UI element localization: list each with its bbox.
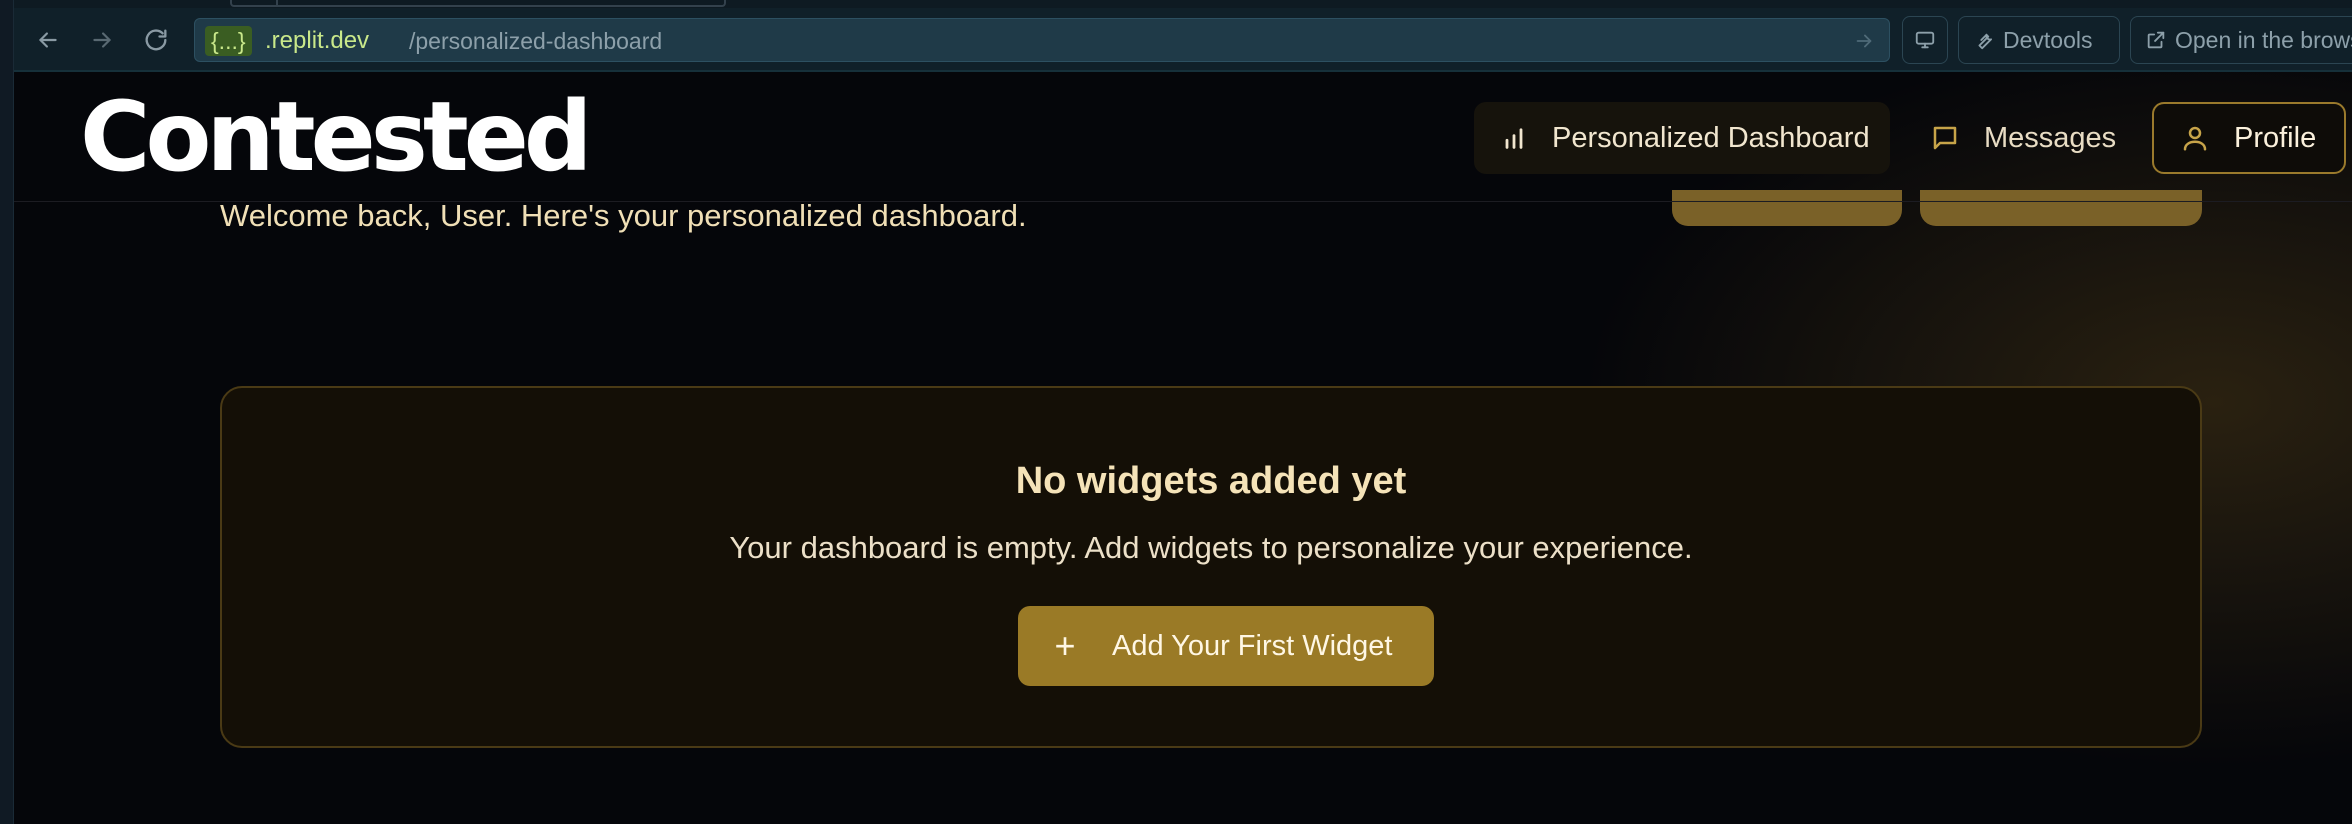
browser-toolbar: {...} .replit.dev /personalized-dashboar… [14, 8, 2352, 72]
nav-personalized-dashboard[interactable]: Personalized Dashboard [1474, 102, 1890, 174]
nav-profile[interactable]: Profile [2152, 102, 2346, 174]
empty-state-card: No widgets added yet Your dashboard is e… [220, 386, 2202, 748]
plus-icon: + [1054, 625, 1076, 666]
reload-icon [145, 29, 167, 51]
welcome-message: Welcome back, User. Here's your personal… [220, 198, 1027, 233]
url-host: .replit.dev [265, 27, 370, 54]
add-first-widget-button[interactable]: + Add Your First Widget [1018, 606, 1434, 686]
empty-state-description: Your dashboard is empty. Add widgets to … [729, 530, 1693, 565]
browser-tab-strip [14, 0, 2352, 8]
devtools-label: Devtools [2003, 26, 2093, 53]
back-arrow-icon [39, 32, 57, 48]
nav-dashboard-label: Personalized Dashboard [1552, 121, 1870, 154]
go-arrow-icon[interactable] [1853, 30, 1875, 52]
add-first-widget-label: Add Your First Widget [1112, 629, 1393, 662]
nav-messages-label: Messages [1984, 121, 2117, 154]
left-edge-strip [0, 0, 14, 824]
url-host-tag: {...} [205, 26, 252, 56]
nav-messages[interactable]: Messages [1904, 102, 2142, 174]
screen: {...} .replit.dev /personalized-dashboar… [0, 0, 2352, 824]
forward-button[interactable] [82, 20, 122, 60]
wrench-icon [1978, 33, 1992, 50]
open-in-browser-label: Open in the brows [2175, 26, 2352, 53]
app-viewport: Contested Personalized Dashboard Message… [14, 72, 2352, 824]
empty-state-title: No widgets added yet [1015, 460, 1407, 502]
message-icon [1933, 126, 1957, 150]
browser-tab[interactable] [230, 0, 726, 7]
reload-button[interactable] [136, 20, 176, 60]
url-bar[interactable]: {...} .replit.dev /personalized-dashboar… [194, 18, 1890, 62]
bar-chart-icon [1505, 128, 1523, 149]
logo[interactable]: Contested [80, 82, 593, 192]
display-icon [1915, 31, 1935, 49]
external-link-icon [2147, 31, 2165, 49]
devtools-button[interactable]: Devtools [1958, 16, 2120, 64]
open-in-browser-button[interactable]: Open in the brows [2130, 16, 2352, 64]
url-path: /personalized-dashboard [409, 28, 663, 54]
display-toggle-button[interactable] [1902, 16, 1948, 64]
nav-profile-label: Profile [2234, 121, 2317, 154]
app-header: Contested Personalized Dashboard Message… [14, 72, 2352, 202]
user-icon [2183, 126, 2207, 151]
forward-arrow-icon [93, 32, 111, 48]
back-button[interactable] [28, 20, 68, 60]
tab-divider [276, 0, 278, 7]
